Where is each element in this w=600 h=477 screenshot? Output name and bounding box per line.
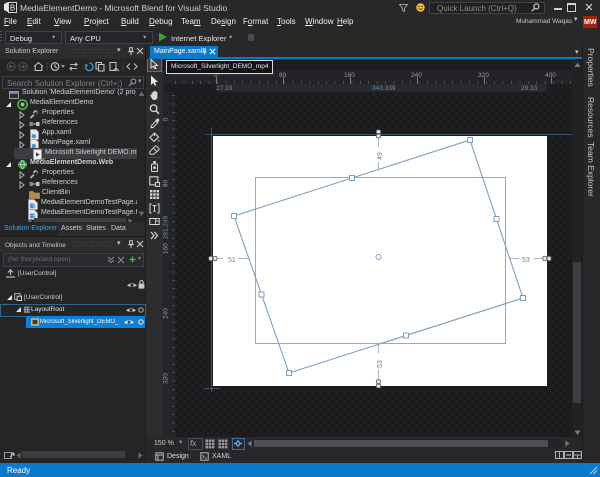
svg-text:51: 51 <box>228 257 236 264</box>
svg-text:B: B <box>10 4 15 13</box>
svg-text:53: 53 <box>522 257 530 264</box>
svg-text:49: 49 <box>377 152 384 160</box>
svg-text:53: 53 <box>377 360 384 368</box>
